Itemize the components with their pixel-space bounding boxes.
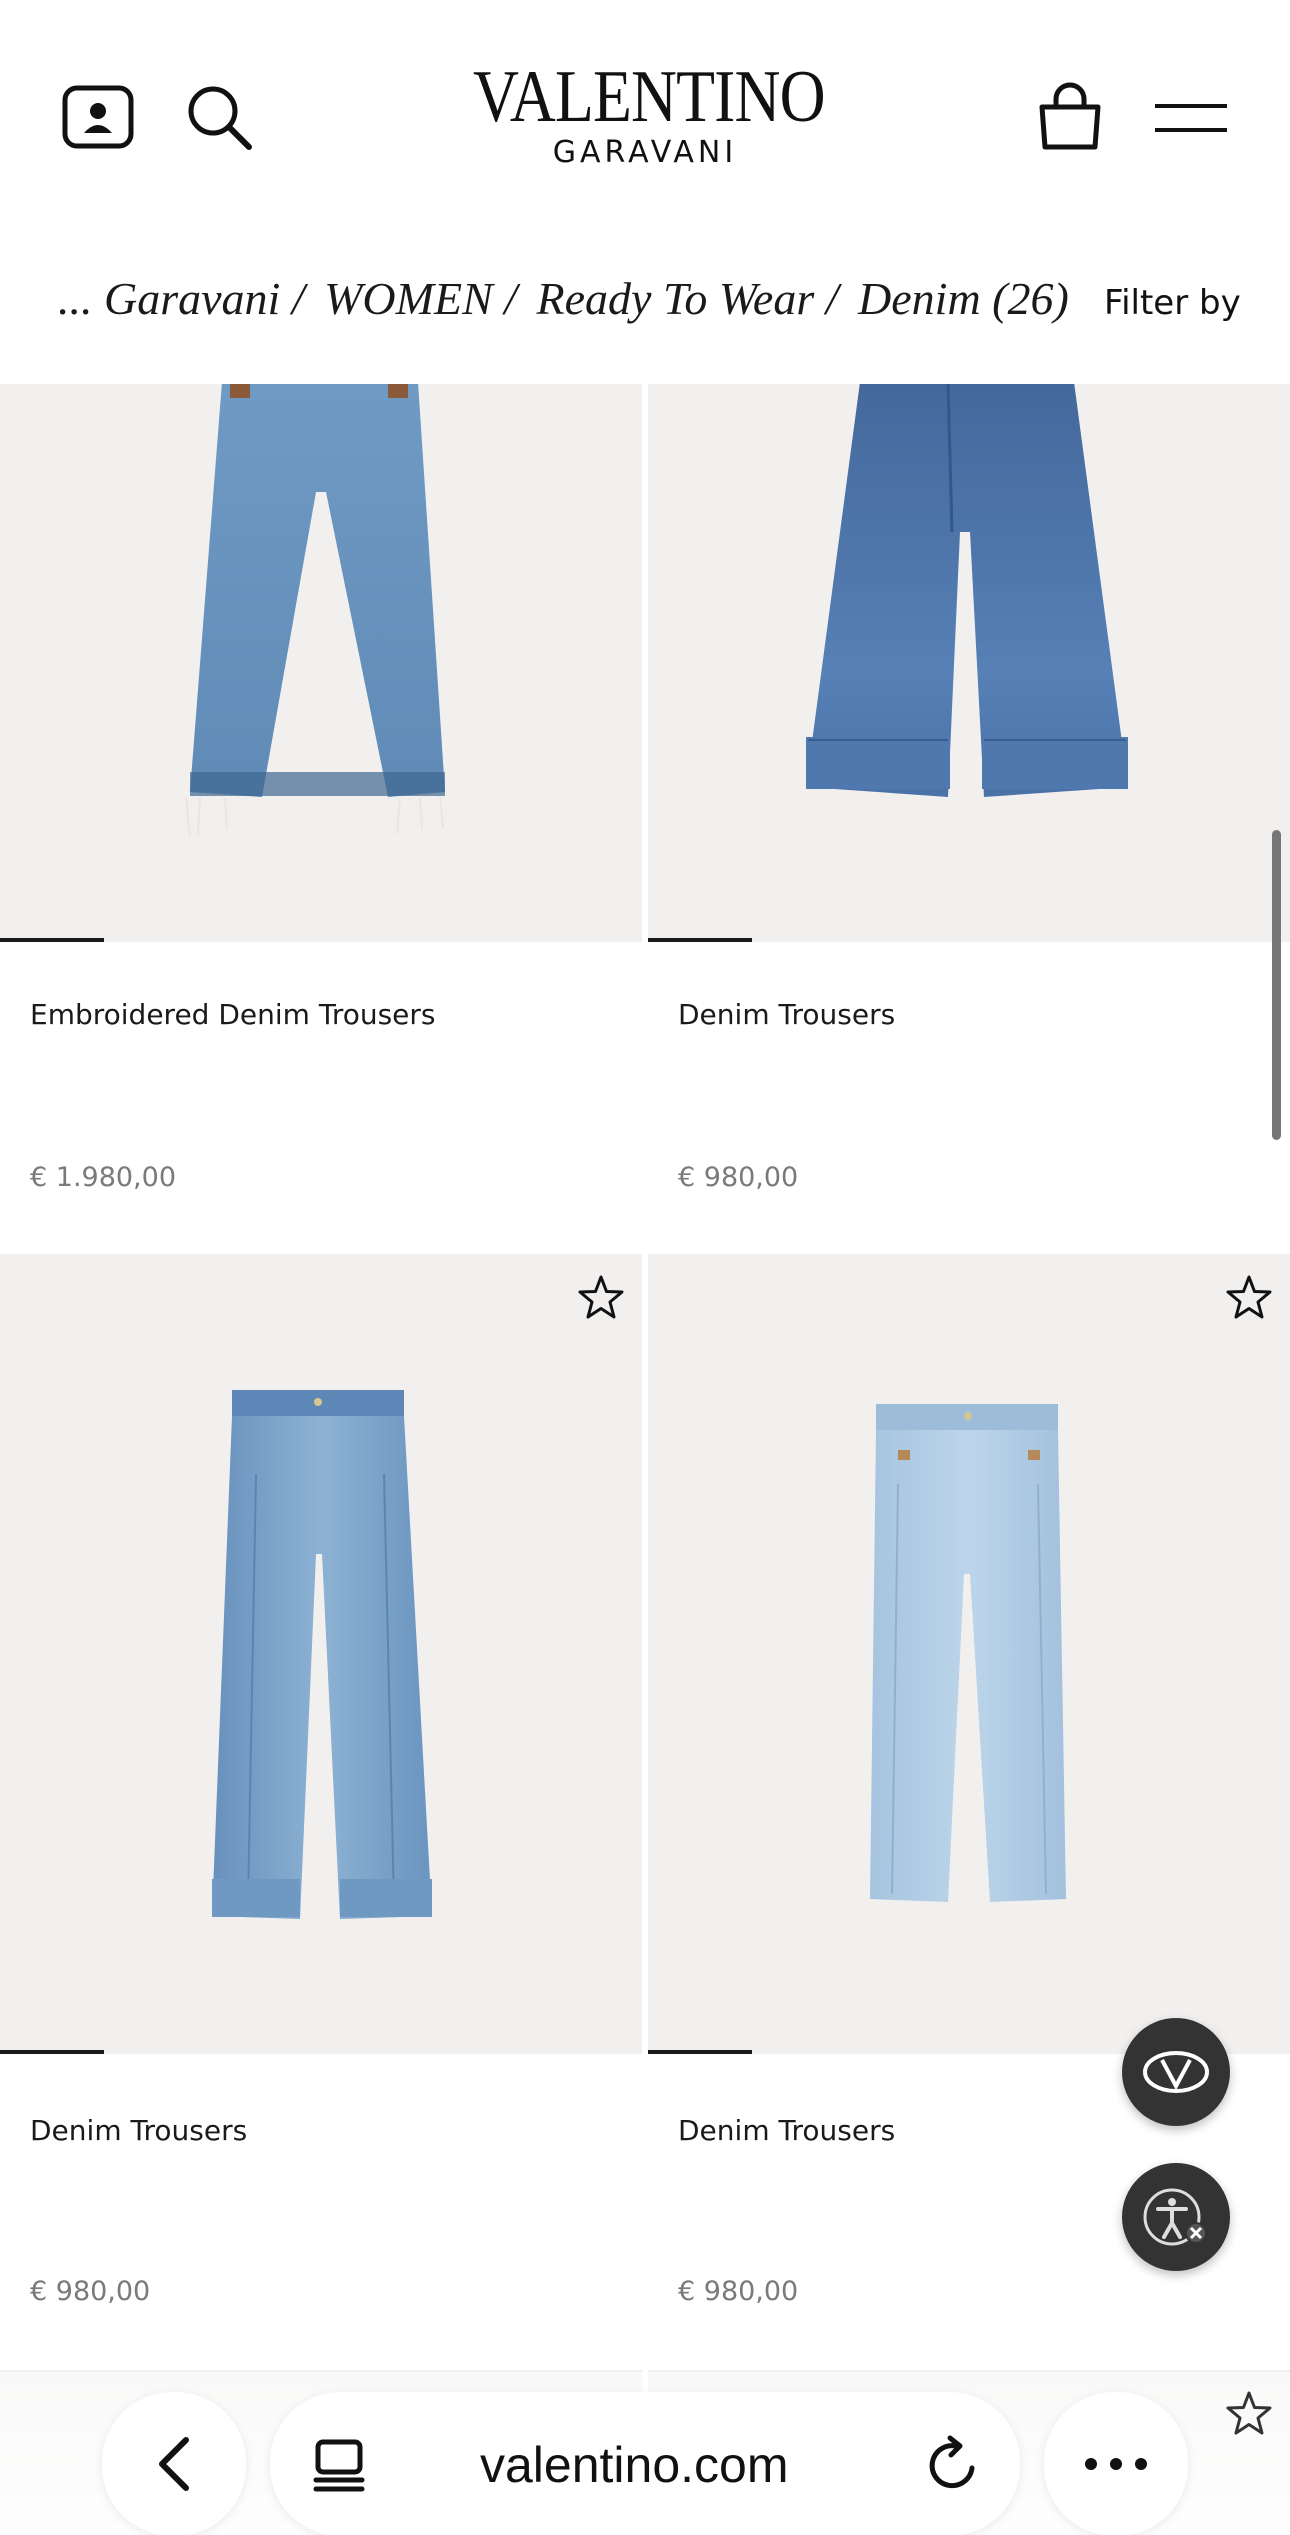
product-card[interactable]: Denim Trousers € 980,00 <box>0 1254 642 2366</box>
breadcrumb-item-denim: Denim (26) <box>858 273 1069 324</box>
logo-wordmark: VALENTINO <box>473 56 826 138</box>
shopping-bag-button[interactable] <box>1030 76 1110 156</box>
site-header: VALENTINO GARAVANI <box>0 0 1290 232</box>
product-price: € 980,00 <box>30 2276 151 2307</box>
more-icon <box>1085 2458 1147 2470</box>
menu-button[interactable] <box>1146 88 1236 148</box>
product-price: € 980,00 <box>678 1162 799 1193</box>
jeans-image <box>212 1390 432 1919</box>
product-image[interactable] <box>648 1254 1290 2054</box>
address-bar[interactable]: valentino.com <box>270 2392 1020 2535</box>
valentino-chat-button[interactable] <box>1122 2018 1230 2126</box>
filter-by-button[interactable]: Filter by <box>1104 283 1241 323</box>
accessibility-icon <box>1143 2188 1207 2246</box>
product-card[interactable]: Denim Trousers € 980,00 <box>648 232 1290 1254</box>
product-image[interactable] <box>0 1254 642 2054</box>
account-button[interactable] <box>58 82 138 152</box>
product-name[interactable]: Denim Trousers <box>678 998 895 1031</box>
star-icon[interactable] <box>578 1274 624 1320</box>
bag-icon <box>1039 82 1101 150</box>
tabs-icon[interactable] <box>312 2436 366 2492</box>
url-text[interactable]: valentino.com <box>480 2436 789 2494</box>
product-price: € 980,00 <box>678 2276 799 2307</box>
jeans-image <box>870 1404 1066 1902</box>
scrollbar[interactable] <box>1272 830 1281 1140</box>
valentino-v-icon <box>1143 2051 1209 2093</box>
image-carousel-indicator <box>0 2050 104 2054</box>
brand-logo[interactable]: VALENTINO GARAVANI <box>445 60 845 170</box>
image-carousel-indicator <box>648 2050 752 2054</box>
product-card[interactable]: Embroidered Denim Trousers € 1.980,00 <box>0 232 642 1254</box>
search-icon <box>188 86 252 150</box>
star-icon[interactable] <box>1226 2390 1272 2436</box>
image-carousel-indicator <box>0 938 104 942</box>
menu-icon <box>1155 104 1227 132</box>
product-name[interactable]: Embroidered Denim Trousers <box>30 998 436 1031</box>
reload-icon[interactable] <box>926 2434 982 2492</box>
logo-subtitle: GARAVANI <box>552 135 738 170</box>
product-name[interactable]: Denim Trousers <box>30 2114 247 2147</box>
star-icon[interactable] <box>1226 1274 1272 1320</box>
back-button[interactable] <box>102 2392 246 2535</box>
breadcrumb-item-women[interactable]: WOMEN / <box>324 273 517 324</box>
back-icon <box>159 2437 189 2491</box>
breadcrumb-item-brand[interactable]: ... Garavani / <box>58 273 305 324</box>
product-name[interactable]: Denim Trousers <box>678 2114 895 2147</box>
account-icon <box>62 85 134 149</box>
accessibility-button[interactable] <box>1122 2163 1230 2271</box>
product-price: € 1.980,00 <box>30 1162 176 1193</box>
more-options-button[interactable] <box>1044 2392 1188 2535</box>
image-carousel-indicator <box>648 938 752 942</box>
breadcrumb: ... Garavani / WOMEN / Ready To Wear / D… <box>58 272 1077 325</box>
search-button[interactable] <box>180 78 260 158</box>
breadcrumb-item-ready-to-wear[interactable]: Ready To Wear / <box>537 273 839 324</box>
